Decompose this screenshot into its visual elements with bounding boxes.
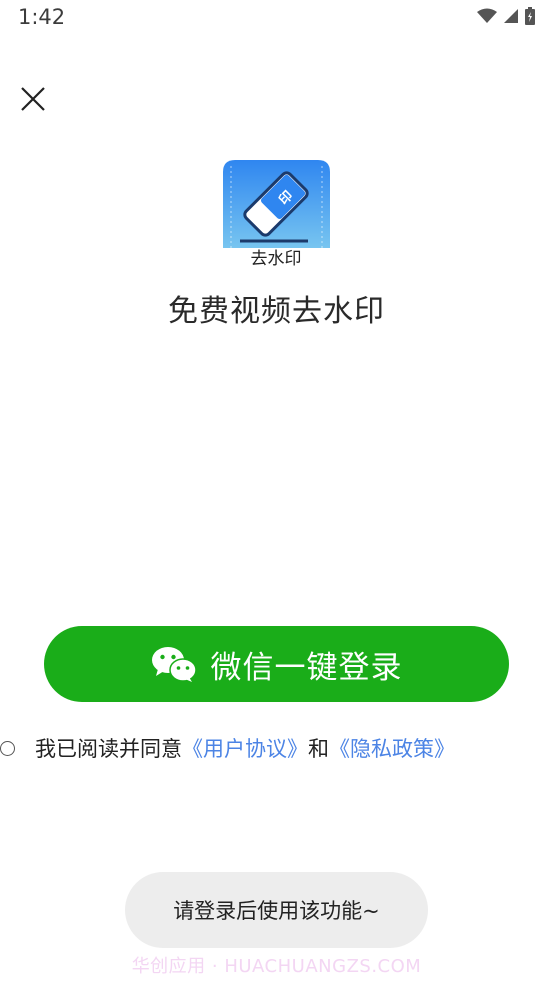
agreement-prefix: 我已阅读并同意 xyxy=(35,737,182,761)
status-icons xyxy=(477,7,535,25)
app-logo: 印 去水印 xyxy=(223,160,330,270)
agreement-row: 我已阅读并同意 《用户协议》 和 《隐私政策》 xyxy=(0,733,455,763)
agree-radio[interactable] xyxy=(0,740,15,756)
cellular-signal-icon xyxy=(504,9,518,23)
app-title: 免费视频去水印 xyxy=(168,294,385,329)
wechat-login-label: 微信一键登录 xyxy=(210,649,403,686)
toast-message: 请登录后使用该功能~ xyxy=(125,872,428,948)
watermark: 华创应用 · HUACHUANGZS.COM xyxy=(131,956,422,977)
battery-icon xyxy=(525,7,535,25)
wifi-icon xyxy=(477,8,497,23)
wechat-login-button[interactable]: 微信一键登录 xyxy=(44,626,509,702)
logo-caption: 去水印 xyxy=(251,249,302,269)
privacy-policy-link[interactable]: 《隐私政策》 xyxy=(329,733,455,763)
status-time: 1:42 xyxy=(18,5,66,29)
eraser-logo-icon: 印 去水印 xyxy=(223,160,330,270)
agreement-conjunction: 和 xyxy=(308,737,329,761)
wechat-icon xyxy=(151,647,197,682)
close-button[interactable] xyxy=(14,80,52,118)
status-bar: 1:42 xyxy=(0,0,553,34)
close-icon xyxy=(21,87,45,111)
user-agreement-link[interactable]: 《用户协议》 xyxy=(182,733,308,763)
